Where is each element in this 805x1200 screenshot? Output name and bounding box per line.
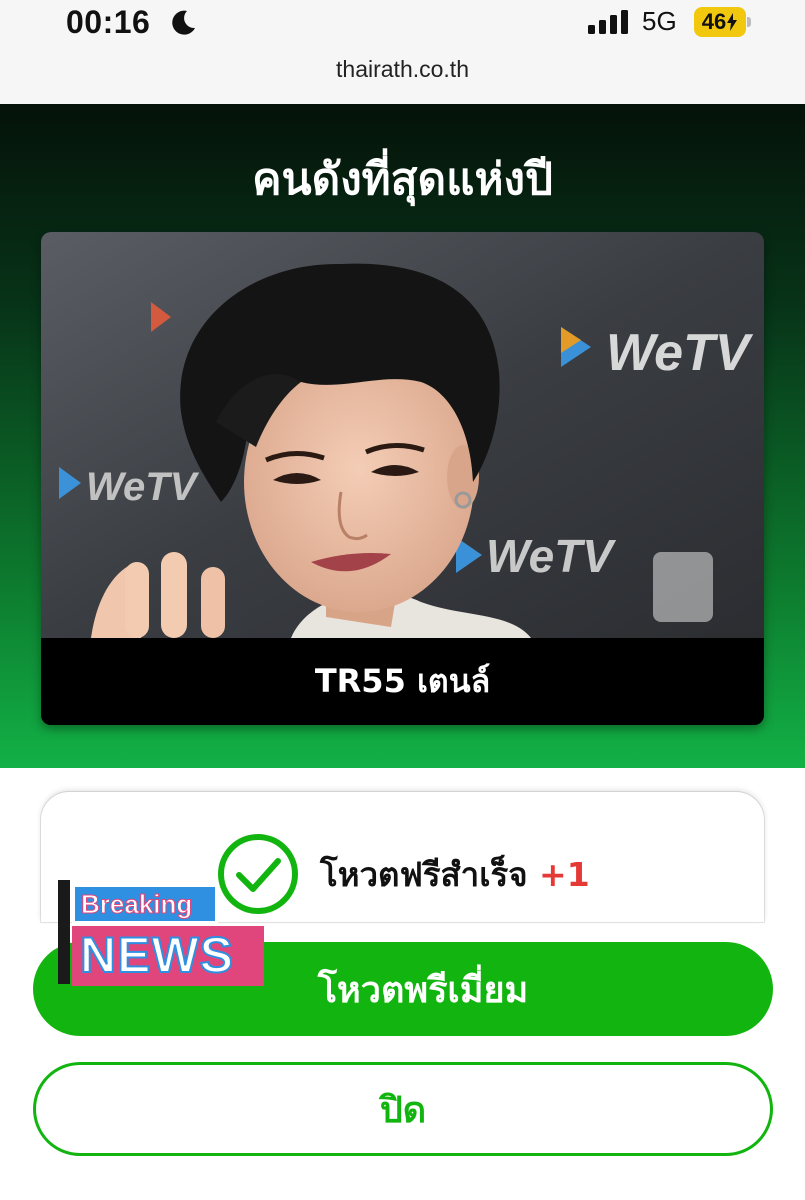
vote-increment: +1 xyxy=(539,855,590,894)
sticker-news-label: NEWS xyxy=(72,926,264,986)
celebrity-photo: WeTV WeTV WeTV xyxy=(41,232,764,638)
signal-icon xyxy=(588,10,628,34)
close-button[interactable]: ปิด xyxy=(33,1062,773,1156)
celebrity-caption: TR55 เตนล์ xyxy=(41,638,764,725)
breaking-news-sticker: Breaking NEWS xyxy=(58,880,264,988)
sticker-breaking-label: Breaking xyxy=(72,884,218,924)
bolt-icon xyxy=(727,13,738,31)
network-type: 5G xyxy=(642,6,677,36)
backdrop-logo-text: WeTV xyxy=(606,324,754,382)
address-bar-url[interactable]: thairath.co.th xyxy=(0,56,805,83)
sticker-line1: Breaking xyxy=(81,889,193,920)
celebrity-card[interactable]: WeTV WeTV WeTV TR55 เตนล์ xyxy=(41,232,764,725)
backdrop-logo-text-3: WeTV xyxy=(86,465,200,509)
page-title: คนดังที่สุดแห่งปี xyxy=(252,154,553,205)
browser-top-bar: 00:16 5G 46 thairath.co.th xyxy=(0,0,805,104)
vote-success-text: โหวตฟรีสำเร็จ +1 xyxy=(320,848,590,901)
moon-icon xyxy=(172,10,195,35)
status-time: 00:16 xyxy=(66,4,151,40)
battery-charging-icon: 46 xyxy=(694,7,752,37)
backdrop-logo-text-2: WeTV xyxy=(486,530,616,582)
vote-success-message: โหวตฟรีสำเร็จ xyxy=(320,855,528,894)
sticker-pole xyxy=(58,880,70,984)
hero-section: คนดังที่สุดแห่งปี WeTV WeTV WeTV TR55 เต… xyxy=(0,104,805,768)
sticker-line2: NEWS xyxy=(79,926,234,984)
battery-level: 46 xyxy=(701,9,727,34)
